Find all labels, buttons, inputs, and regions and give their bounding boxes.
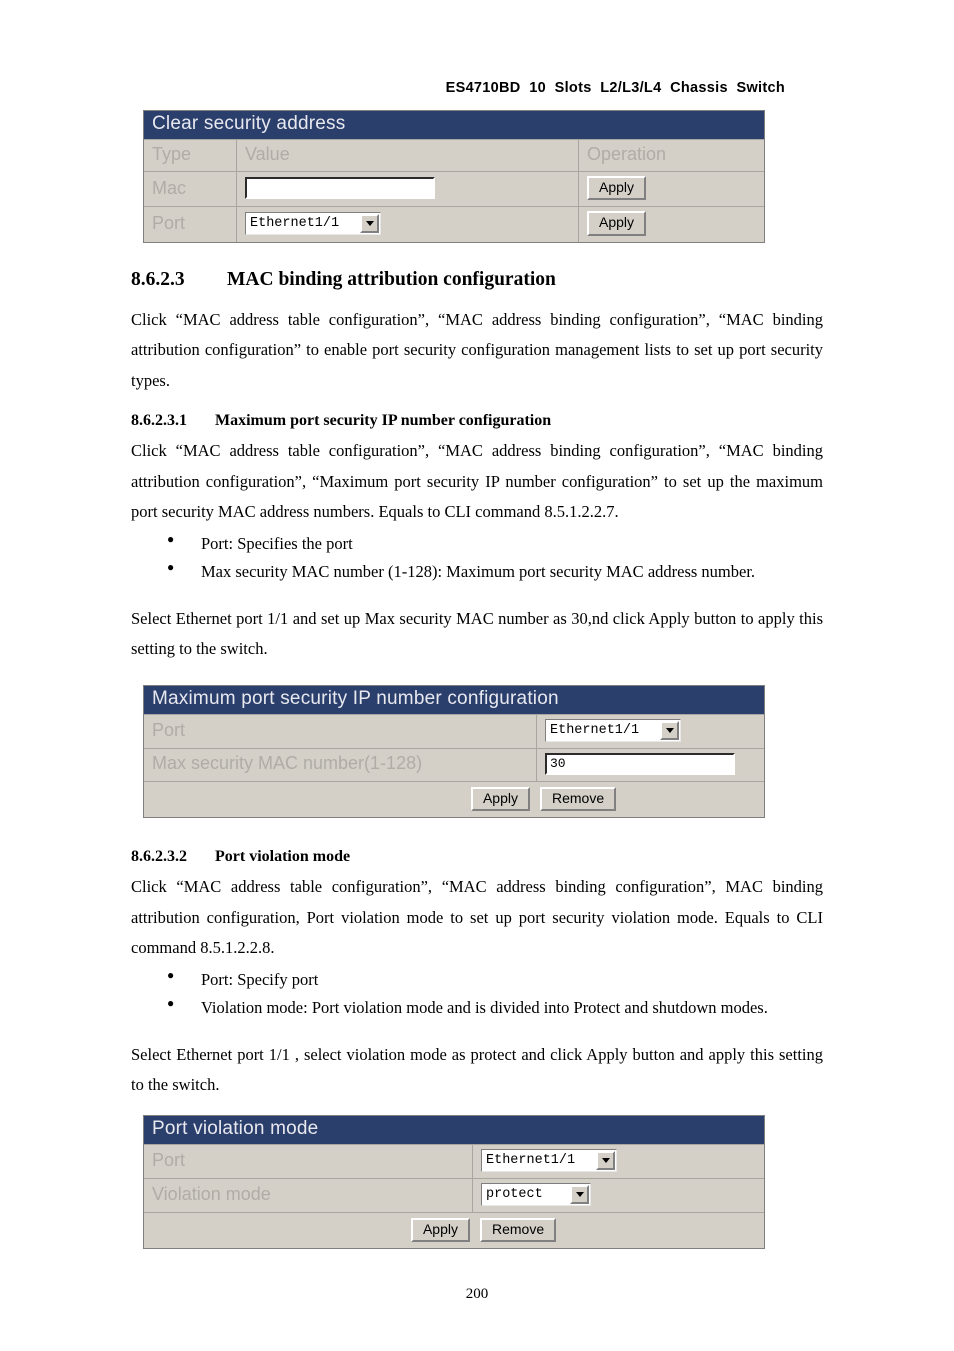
table-row: Port Ethernet1/1 <box>144 713 764 748</box>
column-header-operation: Operation <box>578 139 764 171</box>
button-row-right: Remove <box>534 782 764 817</box>
section-86232-paragraph: Click “MAC address table configuration”,… <box>131 877 823 958</box>
list-item: Max security MAC number (1-128): Maximum… <box>167 557 823 586</box>
port-operation-cell: Apply <box>578 207 764 242</box>
table-row: Violation mode protect <box>144 1177 764 1212</box>
violation-mode-cell: protect <box>472 1178 764 1212</box>
port-violation-mode-panel: Port violation mode Port Ethernet1/1 Vio… <box>143 1114 765 1250</box>
section-heading-86231: 8.6.2.3.1 Maximum port security IP number… <box>131 412 823 430</box>
clear-security-address-panel-wrapper: Clear security address Type Value Operat… <box>143 110 823 243</box>
column-header-value: Value <box>236 139 578 171</box>
button-row: Apply Remove <box>144 1211 764 1248</box>
table-row: Port Ethernet1/1 Apply <box>144 206 764 242</box>
subsection-title: Port violation mode <box>215 848 351 866</box>
row-label-port: Port <box>152 719 186 740</box>
max-security-panel-wrapper: Maximum port security IP number configur… <box>143 684 823 819</box>
panel-title: Maximum port security IP number configur… <box>144 685 764 714</box>
port-select-value: Ethernet1/1 <box>550 722 640 738</box>
row-label-port: Port <box>152 1149 186 1170</box>
max-mac-number-cell: 30 <box>536 748 764 781</box>
row-label-violation-mode: Violation mode <box>152 1183 271 1204</box>
panel-title: Port violation mode <box>144 1115 764 1144</box>
section-8623-paragraph: Click “MAC address table configuration”,… <box>131 309 823 390</box>
port-violation-panel-wrapper: Port violation mode Port Ethernet1/1 Vio… <box>143 1114 823 1250</box>
section-heading-86232: 8.6.2.3.2 Port violation mode <box>131 848 823 866</box>
page-number: 200 <box>465 1286 489 1302</box>
chevron-down-icon[interactable] <box>570 1184 589 1204</box>
panel-title: Clear security address <box>144 111 764 139</box>
table-row: Mac Apply <box>144 170 764 207</box>
page-header-title: ES4710BD 10 Slots L2/L3/L4 Chassis Switc… <box>445 80 785 96</box>
section-86232-bullets: Port: Specify port Violation mode: Port … <box>131 965 823 1022</box>
list-item: Violation mode: Port violation mode and … <box>167 993 823 1022</box>
list-item: Port: Specify port <box>167 965 823 994</box>
section-86231-note: Select Ethernet port 1/1 and set up Max … <box>131 608 823 659</box>
button-row-left: Apply <box>144 782 534 817</box>
row-label-mac: Mac <box>152 177 187 198</box>
button-row-right: Remove <box>474 1213 764 1248</box>
section-heading-8623: 8.6.2.3 MAC binding attribution configura… <box>131 269 823 291</box>
row-label-max-security-mac-number: Max security MAC number(1-128) <box>152 753 423 774</box>
mac-operation-cell: Apply <box>578 171 764 207</box>
port-apply-button[interactable]: Apply <box>587 211 647 236</box>
document-page: ES4710BD 10 Slots L2/L3/L4 Chassis Switc… <box>0 0 954 1351</box>
subsection-number: 8.6.2.3.2 <box>131 848 187 866</box>
section-86231-bullets: Port: Specifies the port Max security MA… <box>131 529 823 586</box>
remove-button[interactable]: Remove <box>480 1217 557 1243</box>
section-86232-note: Select Ethernet port 1/1 , select violat… <box>131 1044 823 1095</box>
list-item: Port: Specifies the port <box>167 529 823 558</box>
max-port-security-panel: Maximum port security IP number configur… <box>143 684 765 819</box>
port-select-value: Ethernet1/1 <box>486 1152 576 1168</box>
clear-security-address-panel: Clear security address Type Value Operat… <box>143 110 765 243</box>
section-number: 8.6.2.3 <box>131 268 185 290</box>
section-title: MAC binding attribution configuration <box>227 268 556 290</box>
mac-address-input[interactable] <box>245 177 435 200</box>
section-86231-paragraph: Click “MAC address table configuration”,… <box>131 441 823 522</box>
port-select[interactable]: Ethernet1/1 <box>245 212 381 236</box>
violation-mode-select[interactable]: protect <box>481 1182 591 1206</box>
port-value-cell: Ethernet1/1 <box>472 1144 764 1178</box>
subsection-number: 8.6.2.3.1 <box>131 412 187 430</box>
column-header-type: Type <box>152 143 192 164</box>
row-label-port: Port <box>152 213 186 234</box>
remove-button[interactable]: Remove <box>540 786 617 812</box>
max-security-mac-number-input[interactable]: 30 <box>545 752 735 775</box>
violation-mode-value: protect <box>486 1186 543 1202</box>
port-select[interactable]: Ethernet1/1 <box>545 718 681 742</box>
port-select[interactable]: Ethernet1/1 <box>481 1148 617 1172</box>
chevron-down-icon[interactable] <box>596 1150 615 1170</box>
subsection-title: Maximum port security IP number configur… <box>215 412 552 430</box>
button-row: Apply Remove <box>144 780 764 817</box>
chevron-down-icon[interactable] <box>360 214 379 234</box>
mac-apply-button[interactable]: Apply <box>587 175 647 201</box>
button-row-left: Apply <box>144 1213 474 1248</box>
port-value-cell: Ethernet1/1 <box>536 714 764 748</box>
port-value-cell: Ethernet1/1 <box>236 207 578 242</box>
table-row: Port Ethernet1/1 <box>144 1143 764 1178</box>
port-select-value: Ethernet1/1 <box>250 216 340 232</box>
mac-value-cell <box>236 171 578 207</box>
table-row: Max security MAC number(1-128) 30 <box>144 747 764 781</box>
table-header-row: Type Value Operation <box>144 138 764 171</box>
apply-button[interactable]: Apply <box>410 1217 470 1243</box>
chevron-down-icon[interactable] <box>660 720 679 740</box>
apply-button[interactable]: Apply <box>470 786 530 812</box>
